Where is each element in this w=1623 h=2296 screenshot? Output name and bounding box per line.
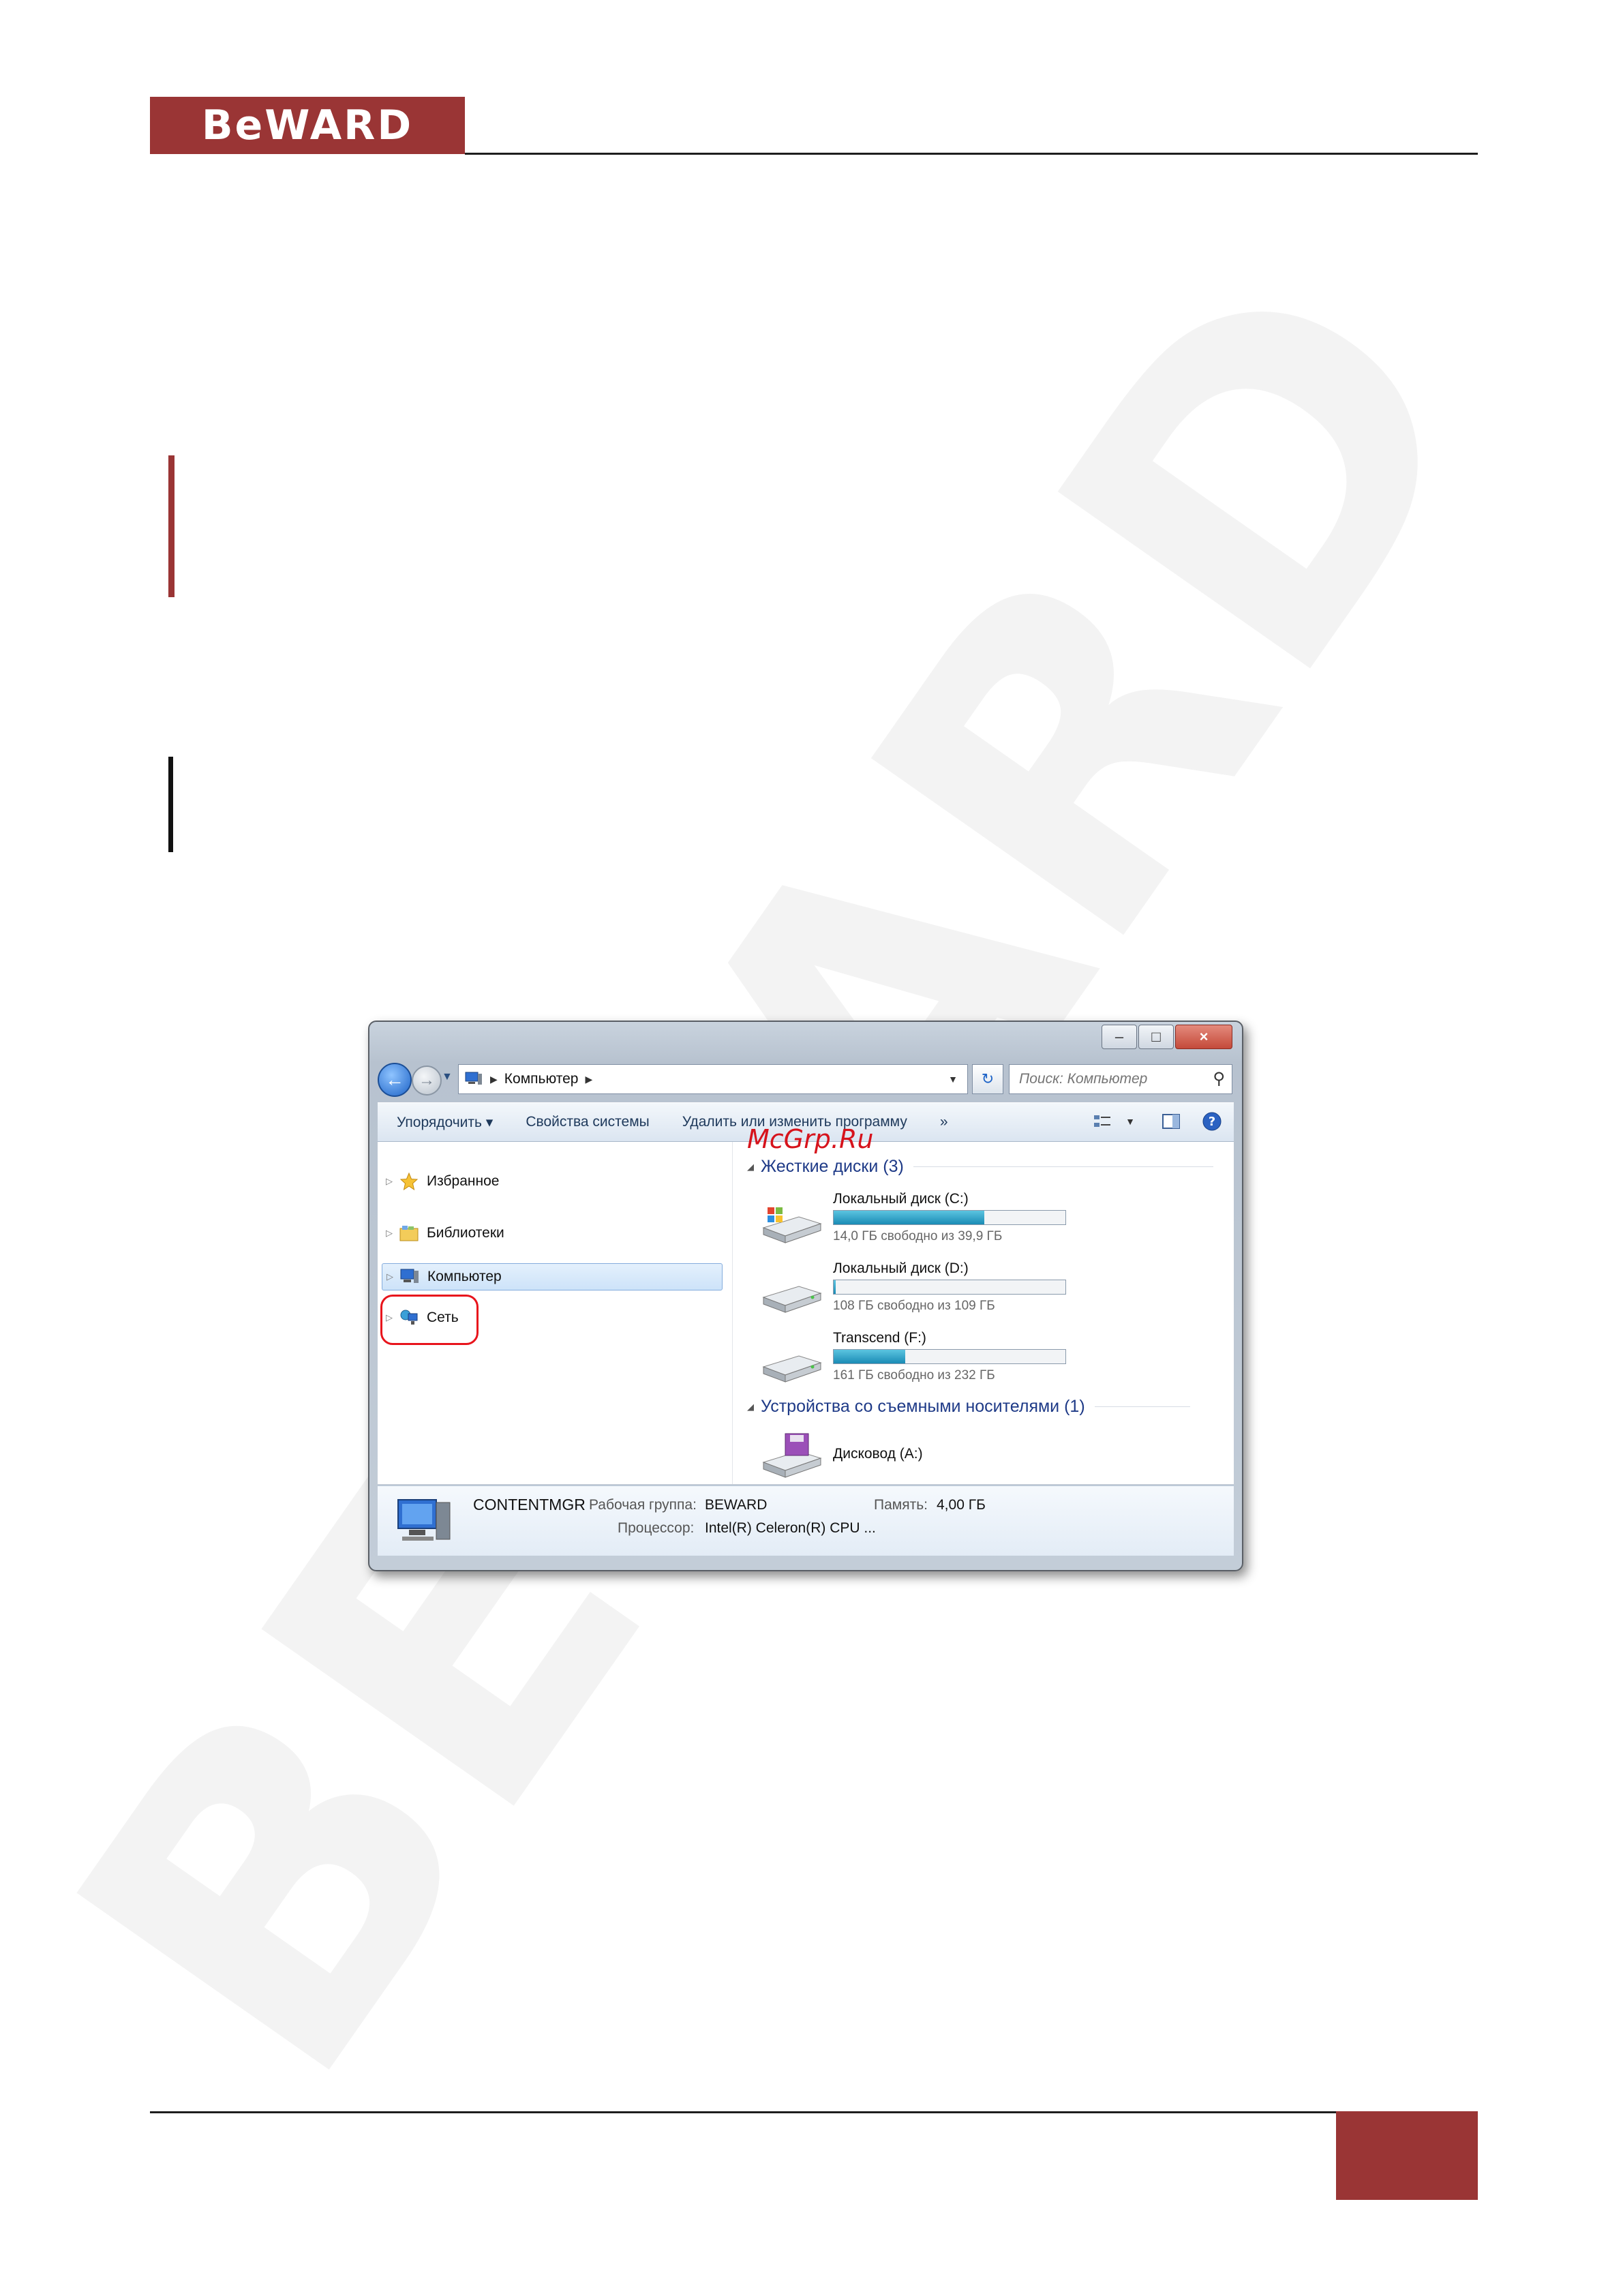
drive-item[interactable]: Дисковод (A:) <box>758 1423 1194 1484</box>
cpu-value: Intel(R) Celeron(R) CPU ... <box>705 1520 876 1536</box>
drive-name: Transcend (F:) <box>833 1330 926 1346</box>
logo-text: BeWARD <box>201 102 414 149</box>
explorer-window: – □ × ← → ▼ ▶ Компьютер ▶ ▼ ↻ ⚲ Упорядоч… <box>368 1021 1243 1571</box>
breadcrumb-separator-icon: ▶ <box>490 1073 498 1085</box>
drive-name: Локальный диск (C:) <box>833 1191 969 1207</box>
collapse-icon: ◢ <box>747 1161 754 1172</box>
nav-favorites[interactable]: ▷ Избранное <box>386 1168 499 1195</box>
preview-pane-icon[interactable] <box>1159 1110 1183 1133</box>
drive-name: Дисковод (A:) <box>833 1446 923 1462</box>
nav-favorites-label: Избранное <box>427 1173 500 1189</box>
memory-label: Память: <box>874 1497 928 1513</box>
explorer-content: ▷ Избранное ▷ Библиотеки ▷ Компьютер ▷ С… <box>378 1124 1234 1484</box>
hard-drive-icon <box>762 1355 822 1383</box>
header-divider <box>465 153 1478 155</box>
navigation-bar: ← → ▼ ▶ Компьютер ▶ ▼ ↻ ⚲ <box>378 1061 1234 1098</box>
footer-divider <box>150 2111 1336 2113</box>
drive-usage-bar <box>833 1210 1066 1225</box>
forward-button[interactable]: → <box>412 1066 442 1096</box>
close-button[interactable]: × <box>1175 1025 1232 1049</box>
navigation-pane: ▷ Избранное ▷ Библиотеки ▷ Компьютер ▷ С… <box>378 1142 733 1484</box>
floppy-drive-icon <box>762 1433 822 1478</box>
minimize-button[interactable]: – <box>1102 1025 1137 1049</box>
address-bar[interactable]: ▶ Компьютер ▶ ▼ <box>458 1064 968 1094</box>
recent-pages-dropdown[interactable]: ▼ <box>442 1071 453 1083</box>
refresh-button[interactable]: ↻ <box>972 1064 1003 1094</box>
organize-menu[interactable]: Упорядочить ▾ <box>378 1114 509 1131</box>
view-options-dropdown-icon[interactable]: ▼ <box>1118 1110 1142 1133</box>
drive-usage-fill <box>834 1350 906 1363</box>
drive-free-space: 14,0 ГБ свободно из 39,9 ГБ <box>833 1229 1003 1243</box>
search-icon[interactable]: ⚲ <box>1213 1069 1225 1089</box>
memory-value: 4,00 ГБ <box>937 1497 986 1513</box>
expand-arrow-icon[interactable]: ▷ <box>386 1176 398 1187</box>
network-highlight-ring <box>380 1295 479 1345</box>
help-icon[interactable]: ? <box>1200 1110 1224 1133</box>
breadcrumb-chevron-icon[interactable]: ▶ <box>585 1074 592 1085</box>
workgroup-label: Рабочая группа: <box>589 1497 697 1513</box>
computer-name: CONTENTMGR <box>473 1496 586 1513</box>
removable-group-header[interactable]: ◢ Устройства со съемными носителями (1) <box>747 1397 1190 1417</box>
libraries-icon <box>398 1224 420 1243</box>
refresh-icon: ↻ <box>981 1070 995 1087</box>
drive-free-space: 108 ГБ свободно из 109 ГБ <box>833 1299 995 1313</box>
computer-icon <box>465 1072 482 1085</box>
note-marker-red <box>168 455 175 597</box>
drive-free-space: 161 ГБ свободно из 232 ГБ <box>833 1368 995 1383</box>
breadcrumb-computer[interactable]: Компьютер <box>504 1071 579 1087</box>
nav-libraries[interactable]: ▷ Библиотеки <box>386 1220 504 1247</box>
collapse-icon: ◢ <box>747 1401 754 1412</box>
change-view-icon[interactable] <box>1091 1110 1115 1133</box>
address-dropdown-icon[interactable]: ▼ <box>948 1074 958 1085</box>
site-watermark: McGrp.Ru <box>747 1124 874 1154</box>
removable-title: Устройства со съемными носителями (1) <box>761 1397 1085 1416</box>
details-pane: CONTENTMGR Рабочая группа: BEWARD Память… <box>378 1485 1234 1556</box>
beward-logo: BeWARD <box>150 97 465 154</box>
cpu-label: Процессор: <box>618 1520 695 1536</box>
system-properties-button[interactable]: Свойства системы <box>509 1114 665 1130</box>
svg-text:?: ? <box>1209 1115 1215 1129</box>
nav-libraries-label: Библиотеки <box>427 1225 504 1241</box>
drive-usage-bar <box>833 1280 1066 1295</box>
nav-computer-label: Компьютер <box>427 1269 502 1284</box>
drive-item[interactable]: Локальный диск (D:) 108 ГБ свободно из 1… <box>758 1260 1194 1322</box>
expand-arrow-icon[interactable]: ▷ <box>386 1271 399 1282</box>
search-box[interactable]: ⚲ <box>1009 1064 1232 1094</box>
content-pane: McGrp.Ru ◢ Жесткие диски (3) Локальный д… <box>740 1124 1234 1484</box>
drive-usage-fill <box>834 1280 836 1294</box>
forward-arrow-icon: → <box>419 1071 435 1089</box>
nav-computer[interactable]: ▷ Компьютер <box>382 1263 723 1290</box>
star-icon <box>398 1172 420 1191</box>
more-commands-button[interactable]: » <box>924 1114 965 1130</box>
drive-item[interactable]: Transcend (F:) 161 ГБ свободно из 232 ГБ <box>758 1330 1194 1391</box>
hard-drive-icon <box>762 1286 822 1313</box>
windows-drive-icon <box>762 1207 822 1243</box>
hard-drives-title: Жесткие диски (3) <box>761 1157 904 1176</box>
search-input[interactable] <box>1018 1070 1191 1088</box>
maximize-button[interactable]: □ <box>1138 1025 1174 1049</box>
view-controls: ▼ ? <box>1074 1110 1224 1133</box>
back-arrow-icon: ← <box>385 1069 404 1090</box>
drive-usage-bar <box>833 1349 1066 1364</box>
note-marker-black <box>168 757 173 852</box>
window-controls: – □ × <box>1100 1025 1232 1049</box>
drive-usage-fill <box>834 1211 984 1224</box>
hard-drives-group-header[interactable]: ◢ Жесткие диски (3) <box>747 1157 1213 1177</box>
back-button[interactable]: ← <box>378 1063 412 1097</box>
page-number-box <box>1336 2111 1478 2200</box>
group-divider <box>1094 1406 1190 1407</box>
computer-icon <box>399 1267 421 1286</box>
computer-icon <box>397 1499 451 1541</box>
drive-item[interactable]: Локальный диск (C:) 14,0 ГБ свободно из … <box>758 1191 1194 1252</box>
expand-arrow-icon[interactable]: ▷ <box>386 1228 398 1239</box>
group-divider <box>913 1166 1213 1167</box>
drive-name: Локальный диск (D:) <box>833 1260 969 1276</box>
workgroup-value: BEWARD <box>705 1497 768 1513</box>
